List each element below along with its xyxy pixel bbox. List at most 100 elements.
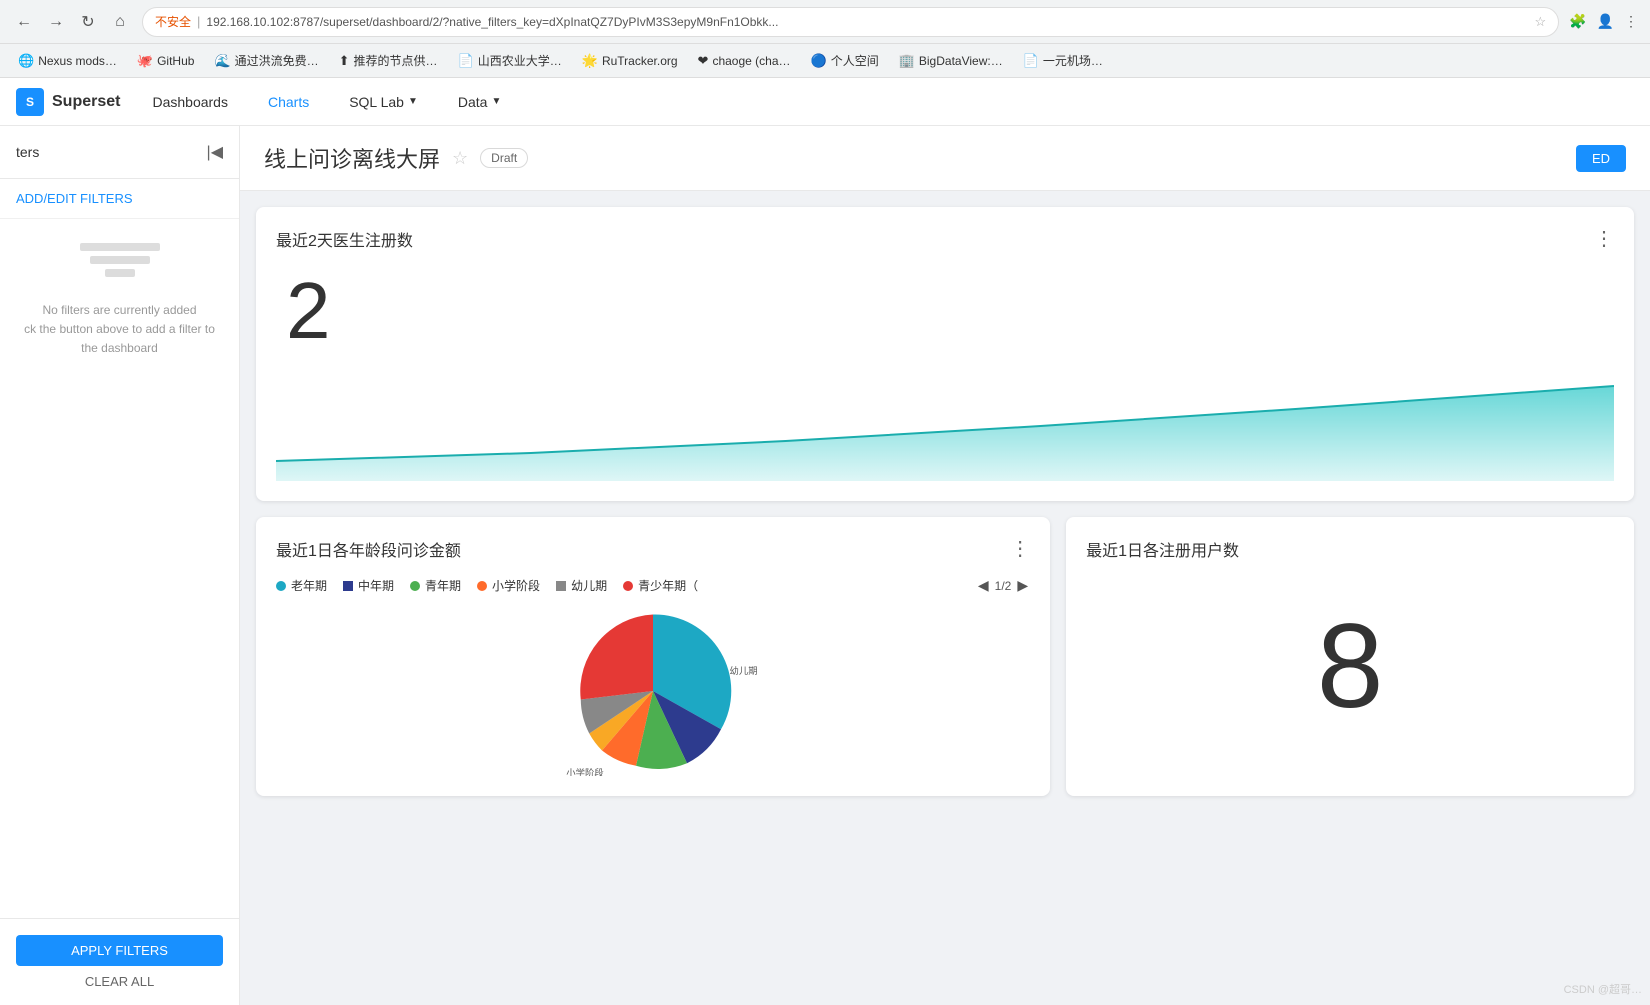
security-warning: 不安全 (155, 13, 191, 30)
bookmark-bigdata-icon: 🏢 (899, 53, 915, 69)
legend-prev-button[interactable]: ◀ (976, 577, 991, 594)
bookmark-rutracker-icon: 🌟 (582, 53, 598, 69)
bookmark-shanxi-icon: 📄 (458, 53, 474, 69)
nav-dashboards[interactable]: Dashboards (144, 90, 236, 114)
star-icon[interactable]: ☆ (1534, 14, 1546, 30)
browser-controls[interactable]: ← → ↻ ⌂ (12, 10, 132, 34)
dashboard-title: 线上问诊离线大屏 (264, 142, 440, 174)
filter-line-1 (80, 243, 160, 251)
bookmark-bigdata-label: BigDataView:… (919, 54, 1003, 68)
bookmark-yiyuan-icon: 📄 (1023, 53, 1039, 69)
legend-laonianqi: 老年期 (276, 577, 327, 594)
legend-qingnianqi-label: 青年期 (425, 577, 461, 594)
home-button[interactable]: ⌂ (108, 10, 132, 34)
sidebar: ters |◀ ADD/EDIT FILTERS No filters are … (0, 126, 240, 1005)
nav-sqllab[interactable]: SQL Lab ▼ (341, 90, 426, 114)
legend-xiaoxue-label: 小学阶段 (492, 577, 540, 594)
bookmark-bigdata[interactable]: 🏢 BigDataView:… (891, 49, 1011, 73)
address-bar[interactable]: 不安全 | 192.168.10.102:8787/superset/dashb… (142, 7, 1559, 37)
draft-badge: Draft (480, 148, 528, 168)
bookmark-honglu[interactable]: 🌊 通过洪流免费… (206, 48, 326, 73)
sidebar-collapse-button[interactable]: |◀ (207, 142, 223, 162)
chart2-title: 最近1日各年龄段问诊金额 (276, 537, 461, 561)
chart2-legend: 老年期 中年期 青年期 小学阶段 (276, 577, 1030, 594)
legend-page-text: 1/2 (995, 579, 1012, 593)
extensions-icon[interactable]: 🧩 (1569, 13, 1586, 30)
bookmark-nexus-label: Nexus mods… (38, 54, 117, 68)
legend-youerqi-dot (556, 581, 566, 591)
legend-youerqi-label: 幼儿期 (571, 577, 607, 594)
chart1-more-icon[interactable]: ⋮ (1594, 229, 1614, 249)
clear-all-button[interactable]: CLEAR ALL (16, 974, 223, 989)
csdn-watermark: CSDN @超哥… (1564, 981, 1642, 997)
main-layout: ters |◀ ADD/EDIT FILTERS No filters are … (0, 126, 1650, 1005)
legend-qingnianqi: 青年期 (410, 577, 461, 594)
refresh-button[interactable]: ↻ (76, 10, 100, 34)
legend-zhongnianqi: 中年期 (343, 577, 394, 594)
legend-laonianqi-label: 老年期 (291, 577, 327, 594)
bookmark-chaoge-label: chaoge (cha… (712, 54, 790, 68)
chart-doctor-registration: 最近2天医生注册数 ⋮ 2 (256, 207, 1634, 501)
chart-age-consultation: 最近1日各年龄段问诊金额 ⋮ 老年期 中年期 (256, 517, 1050, 796)
bookmark-github-icon: 🐙 (137, 53, 153, 69)
svg-text:小学阶段: 小学阶段 (566, 767, 603, 776)
charts-area: 最近2天医生注册数 ⋮ 2 (240, 191, 1650, 812)
back-button[interactable]: ← (12, 10, 36, 34)
chart2-more-icon[interactable]: ⋮ (1010, 539, 1030, 559)
sidebar-header: ters |◀ (0, 126, 239, 179)
add-edit-filters-button[interactable]: ADD/EDIT FILTERS (0, 179, 239, 219)
svg-text:幼儿期: 幼儿期 (730, 665, 758, 676)
bookmark-nexus-icon: 🌐 (18, 53, 34, 69)
bookmark-honglu-label: 通过洪流免费… (235, 52, 319, 69)
dashboard-content: 线上问诊离线大屏 ☆ Draft ED 最近2天医生注册数 ⋮ 2 (240, 126, 1650, 1005)
bookmark-jiedian-label: 推荐的节点供… (354, 52, 438, 69)
bookmark-jiedian-icon: ⬆ (339, 53, 350, 69)
app-logo-text: Superset (52, 93, 120, 111)
bookmark-github-label: GitHub (157, 54, 194, 68)
url-display: 192.168.10.102:8787/superset/dashboard/2… (206, 15, 1528, 29)
legend-qingshaonian-dot (623, 581, 633, 591)
bookmark-rutracker-label: RuTracker.org (602, 54, 678, 68)
forward-button[interactable]: → (44, 10, 68, 34)
legend-xiaoxue: 小学阶段 (477, 577, 540, 594)
chart1-area-chart (276, 381, 1614, 481)
profile-icon[interactable]: 👤 (1597, 13, 1614, 30)
browser-toolbar: ← → ↻ ⌂ 不安全 | 192.168.10.102:8787/supers… (0, 0, 1650, 44)
sidebar-empty-line2: ck the button above to add a filter to t… (16, 320, 223, 358)
sidebar-footer: APPLY FILTERS CLEAR ALL (0, 918, 239, 1005)
sidebar-title: ters (16, 144, 39, 160)
nav-sqllab-label: SQL Lab (349, 94, 404, 110)
dashboard-header: 线上问诊离线大屏 ☆ Draft ED (240, 126, 1650, 191)
edit-button[interactable]: ED (1576, 145, 1626, 172)
bookmark-yiyuan[interactable]: 📄 一元机场… (1015, 48, 1111, 73)
chart3-title: 最近1日各注册用户数 (1086, 537, 1239, 561)
apply-filters-button[interactable]: APPLY FILTERS (16, 935, 223, 966)
bookmark-nexus[interactable]: 🌐 Nexus mods… (10, 49, 125, 73)
chart-registered-users: 最近1日各注册用户数 8 (1066, 517, 1634, 796)
bookmark-geren-icon: 🔵 (811, 53, 827, 69)
bookmark-github[interactable]: 🐙 GitHub (129, 49, 203, 73)
dashboard-star-icon[interactable]: ☆ (452, 148, 468, 169)
legend-next-button[interactable]: ▶ (1015, 577, 1030, 594)
chart2-header: 最近1日各年龄段问诊金额 ⋮ (276, 537, 1030, 561)
bookmark-chaoge-icon: ❤ (698, 53, 709, 69)
bookmark-jiedian[interactable]: ⬆ 推荐的节点供… (331, 48, 446, 73)
sidebar-empty-text: No filters are currently added ck the bu… (0, 301, 239, 359)
legend-qingshaonian: 青少年期（ (623, 577, 698, 594)
nav-data-chevron: ▼ (491, 96, 501, 107)
settings-icon[interactable]: ⋮ (1624, 13, 1638, 30)
nav-data[interactable]: Data ▼ (450, 90, 509, 114)
legend-zhongnianqi-label: 中年期 (358, 577, 394, 594)
bookmark-geren-label: 个人空间 (831, 52, 879, 69)
bookmark-geren[interactable]: 🔵 个人空间 (803, 48, 887, 73)
bottom-charts-row: 最近1日各年龄段问诊金额 ⋮ 老年期 中年期 (256, 517, 1634, 796)
bookmark-yiyuan-label: 一元机场… (1043, 52, 1103, 69)
browser-actions: 🧩 👤 ⋮ (1569, 13, 1638, 30)
nav-data-label: Data (458, 94, 488, 110)
nav-charts[interactable]: Charts (260, 90, 317, 114)
sidebar-empty-line1: No filters are currently added (16, 301, 223, 320)
bookmark-chaoge[interactable]: ❤ chaoge (cha… (690, 49, 799, 73)
app-logo[interactable]: S Superset (16, 88, 120, 116)
bookmark-shanxi[interactable]: 📄 山西农业大学… (450, 48, 570, 73)
bookmark-rutracker[interactable]: 🌟 RuTracker.org (574, 49, 686, 73)
